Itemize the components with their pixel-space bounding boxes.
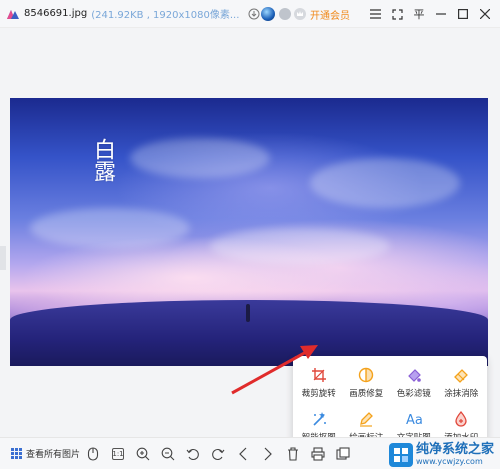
tool-label: 画质修复: [349, 388, 384, 399]
image-title-text: 白露: [90, 138, 115, 182]
color-filter-icon: [405, 366, 423, 384]
maximize-icon[interactable]: [452, 0, 474, 28]
grid-icon: [10, 445, 22, 463]
quality-repair-icon: [357, 366, 375, 384]
image-canvas: 白露 裁剪旋转 画质修复 色彩滤镜 涂抹消除 Aa: [0, 28, 500, 452]
cloud-shape: [130, 138, 270, 178]
delete-icon[interactable]: [284, 445, 302, 463]
add-watermark-icon: [452, 410, 470, 428]
print-icon[interactable]: [309, 445, 327, 463]
title-bar: 8546691.jpg (241.92KB , 1920x1080像素... 开…: [0, 0, 500, 28]
image-controls: 1:1: [84, 445, 359, 463]
eraser-icon: [452, 366, 470, 384]
menu-icon[interactable]: [364, 0, 386, 28]
zoom-in-icon[interactable]: [134, 445, 152, 463]
crop-rotate-icon: [310, 366, 328, 384]
site-logo-icon: [388, 443, 413, 467]
app-logo-icon: [6, 7, 20, 21]
cloud-shape: [310, 158, 460, 208]
tool-eraser[interactable]: 涂抹消除: [438, 360, 486, 404]
minimize-icon[interactable]: [430, 0, 452, 28]
tool-quality-repair[interactable]: 画质修复: [343, 360, 391, 404]
cloud-shape: [30, 208, 190, 248]
tool-label: 涂抹消除: [444, 388, 479, 399]
pin-button[interactable]: 平: [408, 0, 430, 28]
person-figure: [246, 304, 250, 322]
bottom-toolbar: 查看所有图片 1:1 纯净系统之家 www.ycwjzy.com: [0, 437, 500, 469]
site-watermark: 纯净系统之家 www.ycwjzy.com: [388, 442, 494, 467]
svg-text:Aa: Aa: [406, 413, 423, 427]
rotate-right-icon[interactable]: [209, 445, 227, 463]
open-vip-link[interactable]: 开通会员: [310, 7, 350, 22]
tool-crop-rotate[interactable]: 裁剪旋转: [295, 360, 343, 404]
file-info: (241.92KB , 1920x1080像素...: [91, 10, 240, 21]
actual-size-button[interactable]: 1:1: [109, 445, 127, 463]
ratio-label: 1:1: [112, 448, 124, 460]
watermark-title: 纯净系统之家: [415, 442, 494, 457]
user-avatar[interactable]: [261, 7, 275, 21]
tool-color-filter[interactable]: 色彩滤镜: [390, 360, 438, 404]
download-icon[interactable]: [247, 7, 261, 21]
tool-label: 色彩滤镜: [396, 388, 431, 399]
file-name: 8546691.jpg: [24, 8, 88, 19]
view-all-images-button[interactable]: 查看所有图片: [10, 445, 80, 463]
pin-label: 平: [413, 8, 425, 21]
vip-level-icon: [279, 8, 291, 20]
fullscreen-icon[interactable]: [386, 0, 408, 28]
previous-icon[interactable]: [234, 445, 252, 463]
watermark-url: www.ycwjzy.com: [415, 457, 483, 466]
side-panel-handle[interactable]: [0, 246, 6, 270]
cloud-shape: [210, 228, 390, 264]
mouse-mode-icon[interactable]: [84, 445, 102, 463]
zoom-out-icon[interactable]: [159, 445, 177, 463]
crown-icon: [294, 8, 306, 20]
displayed-image[interactable]: 白露: [10, 98, 488, 366]
brush-annotate-icon: [357, 410, 375, 428]
smart-cutout-icon: [310, 410, 328, 428]
more-options-icon[interactable]: [334, 445, 352, 463]
text-sticker-icon: Aa: [405, 410, 423, 428]
rotate-left-icon[interactable]: [184, 445, 202, 463]
tool-label: 裁剪旋转: [301, 388, 336, 399]
next-icon[interactable]: [259, 445, 277, 463]
close-icon[interactable]: [474, 0, 496, 28]
view-all-label: 查看所有图片: [26, 450, 81, 460]
